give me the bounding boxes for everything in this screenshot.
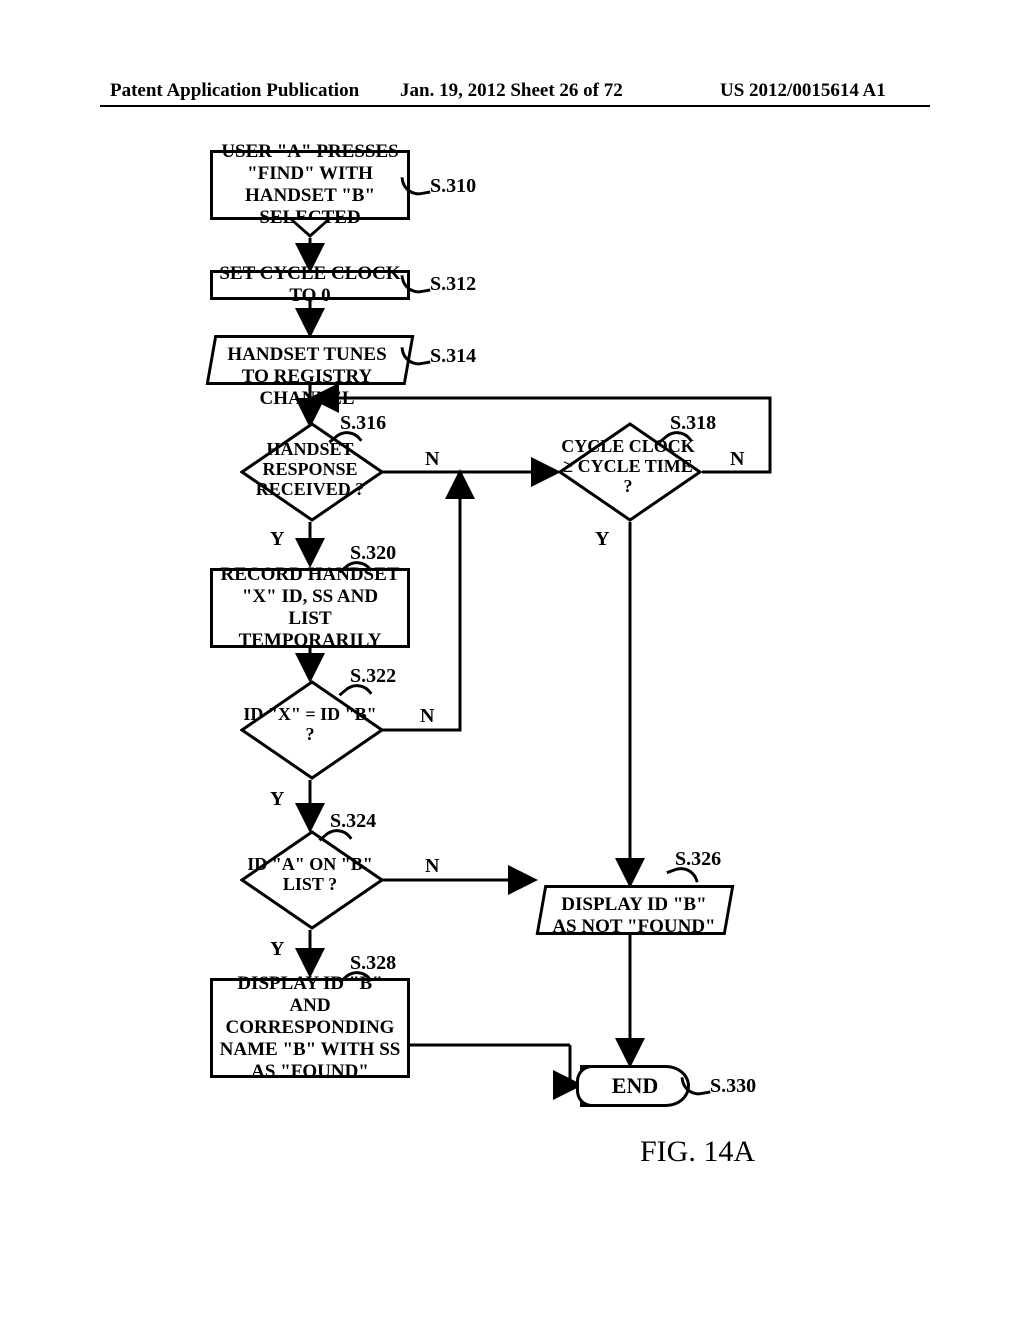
edge-s318-y: Y [595, 528, 609, 551]
node-s324-text: ID "A" ON "B" LIST ? [240, 855, 380, 895]
node-s330-text: END [612, 1073, 658, 1099]
node-s328-text: DISPLAY ID "B" AND CORRESPONDING NAME "B… [219, 973, 401, 1082]
header-left: Patent Application Publication [110, 80, 359, 102]
node-s314: HANDSET TUNES TO REGISTRY CHANNEL [206, 335, 415, 385]
node-s328: DISPLAY ID "B" AND CORRESPONDING NAME "B… [210, 978, 410, 1078]
ref-s316: S.316 [340, 412, 386, 435]
node-s312-text: SET CYCLE CLOCK TO 0 [219, 263, 401, 307]
header-right: US 2012/0015614 A1 [720, 80, 886, 102]
ref-s312: S.312 [430, 273, 476, 296]
node-s320-text: RECORD HANDSET "X" ID, SS AND LIST TEMPO… [219, 564, 401, 651]
node-s316-text: HANDSET RESPONSE RECEIVED ? [240, 440, 380, 499]
ref-s318: S.318 [670, 412, 716, 435]
header-mid: Jan. 19, 2012 Sheet 26 of 72 [400, 80, 623, 102]
edge-s322-n: N [420, 705, 434, 728]
edge-s322-y: Y [270, 788, 284, 811]
edge-s324-n: N [425, 855, 439, 878]
node-s326-text: DISPLAY ID "B" AS NOT "FOUND" [542, 888, 726, 944]
ref-s310: S.310 [430, 175, 476, 198]
ref-s322: S.322 [350, 665, 396, 688]
ref-s314: S.314 [430, 345, 476, 368]
node-s320: RECORD HANDSET "X" ID, SS AND LIST TEMPO… [210, 568, 410, 648]
node-s326: DISPLAY ID "B" AS NOT "FOUND" [536, 885, 735, 935]
figure-caption: FIG. 14A [640, 1135, 755, 1169]
terminator-left-cap [576, 1065, 592, 1107]
ref-s328: S.328 [350, 952, 396, 975]
ref-s320: S.320 [350, 542, 396, 565]
header-rule [100, 105, 930, 107]
ref-s324: S.324 [330, 810, 376, 833]
node-s310-text: USER "A" PRESSES "FIND" WITH HANDSET "B"… [219, 141, 401, 228]
ref-s330: S.330 [710, 1075, 756, 1098]
edge-s318-n: N [730, 448, 744, 471]
node-s322-text: ID "X" = ID "B" ? [240, 705, 380, 745]
ref-s326: S.326 [675, 848, 721, 871]
edge-s316-y: Y [270, 528, 284, 551]
node-s330: END [580, 1065, 690, 1107]
node-s310: USER "A" PRESSES "FIND" WITH HANDSET "B"… [210, 150, 410, 220]
edge-s324-y: Y [270, 938, 284, 961]
flowchart-canvas: USER "A" PRESSES "FIND" WITH HANDSET "B"… [200, 150, 920, 1210]
node-s310-tail [290, 220, 330, 238]
node-s324: ID "A" ON "B" LIST ? [240, 830, 380, 930]
node-s312: SET CYCLE CLOCK TO 0 [210, 270, 410, 300]
edge-s316-n: N [425, 448, 439, 471]
node-s314-text: HANDSET TUNES TO REGISTRY CHANNEL [210, 338, 404, 416]
